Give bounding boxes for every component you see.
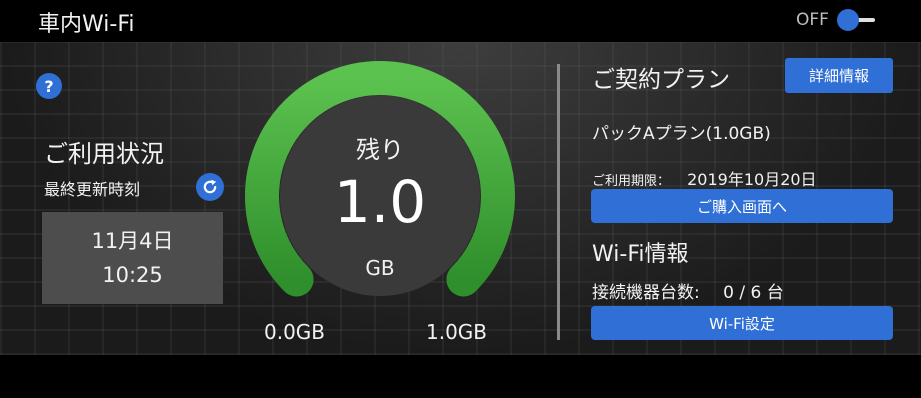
question-icon: ? bbox=[44, 76, 54, 96]
help-button[interactable]: ? bbox=[36, 73, 62, 99]
purchase-button[interactable]: ご購入画面へ bbox=[591, 189, 893, 223]
usage-title: ご利用状況 bbox=[44, 140, 164, 168]
contract-period-value: 2019年10月20日 bbox=[687, 170, 817, 189]
bottom-strip bbox=[0, 355, 921, 398]
wifi-toggle[interactable]: OFF bbox=[796, 9, 877, 31]
last-updated-box: 11月4日 10:25 bbox=[42, 212, 223, 304]
contract-period-label: ご利用期限： bbox=[592, 174, 671, 189]
toggle-label: OFF bbox=[796, 10, 829, 30]
top-bar: 車内Wi-Fi OFF bbox=[0, 0, 921, 42]
gauge-remaining-label: 残り bbox=[356, 136, 404, 164]
details-button[interactable]: 詳細情報 bbox=[785, 58, 893, 93]
refresh-icon bbox=[203, 179, 217, 194]
last-updated-time: 10:25 bbox=[102, 263, 163, 287]
gauge-unit: GB bbox=[365, 256, 395, 280]
device-count-label: 接続機器台数: bbox=[592, 283, 700, 303]
wifi-info-title: Wi-Fi情報 bbox=[592, 242, 689, 267]
device-count-value: 0 / 6 台 bbox=[723, 283, 784, 303]
toggle-switch[interactable] bbox=[836, 9, 877, 31]
gauge-min-label: 0.0GB bbox=[264, 320, 326, 344]
last-updated-label: 最終更新時刻 bbox=[44, 180, 141, 199]
toggle-knob[interactable] bbox=[836, 9, 859, 31]
device-count: 接続機器台数: 0 / 6 台 bbox=[592, 278, 784, 303]
app-title: 車内Wi-Fi bbox=[38, 12, 135, 37]
plan-title: ご契約プラン bbox=[592, 67, 730, 93]
last-updated-date: 11月4日 bbox=[91, 229, 174, 253]
wifi-settings-button[interactable]: Wi-Fi設定 bbox=[591, 306, 893, 340]
gauge-max-label: 1.0GB bbox=[426, 320, 488, 344]
gauge-remaining-value: 1.0 bbox=[333, 168, 427, 236]
contract-period: ご利用期限： 2019年10月20日 bbox=[592, 166, 817, 190]
plan-name: パックAプラン(1.0GB) bbox=[592, 124, 771, 144]
section-divider bbox=[557, 64, 560, 340]
refresh-button[interactable] bbox=[196, 173, 224, 201]
